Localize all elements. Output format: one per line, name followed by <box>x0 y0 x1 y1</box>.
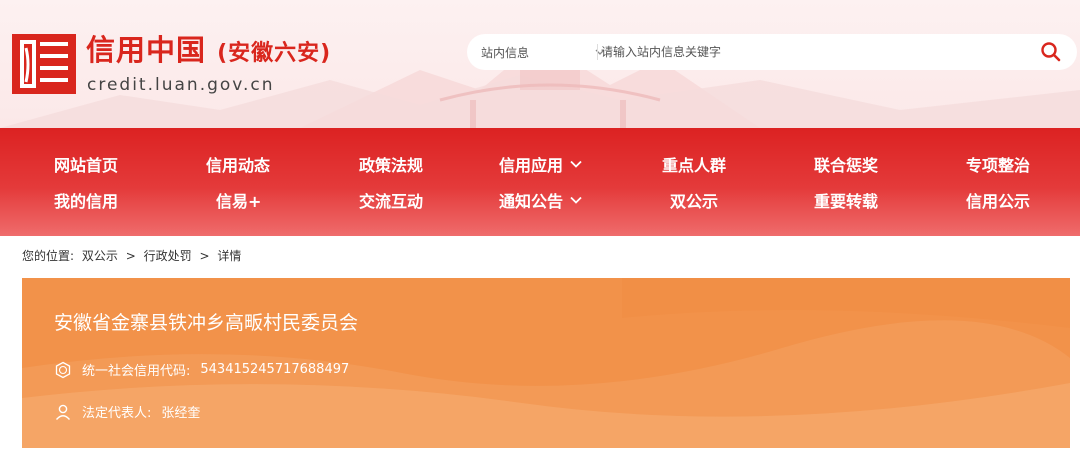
credit-code-row: 统一社会信用代码: 543415245717688497 <box>54 360 349 379</box>
nav-item-label: 专项整治 <box>966 156 1031 175</box>
seal-icon <box>55 361 71 378</box>
nav-item-policies[interactable]: 政策法规 <box>359 152 423 176</box>
breadcrumb-item-double-publicity[interactable]: 双公示 <box>82 249 118 263</box>
credit-code-label: 统一社会信用代码: <box>82 364 191 379</box>
search-bar: 站内信息 <box>467 34 1077 70</box>
legal-rep-row: 法定代表人: 张经奎 <box>54 402 200 421</box>
nav-item-xinyi-plus[interactable]: 信易+ <box>216 188 261 212</box>
main-navigation: 网站首页 信用动态 政策法规 信用应用 重点人群 联合惩奖 专项整治 我的信用 … <box>0 128 1080 236</box>
legal-rep-value: 张经奎 <box>161 406 201 421</box>
nav-item-double-publicity[interactable]: 双公示 <box>670 188 718 212</box>
nav-item-label: 交流互动 <box>359 192 424 211</box>
nav-item-label: 我的信用 <box>54 192 119 211</box>
breadcrumb-item-penalty[interactable]: 行政处罚 <box>144 249 192 263</box>
nav-item-credit-publicity[interactable]: 信用公示 <box>966 188 1030 212</box>
site-domain: credit.luan.gov.cn <box>87 75 275 95</box>
breadcrumb-separator: > <box>125 249 136 263</box>
nav-item-label: 信用动态 <box>206 156 271 175</box>
chevron-down-icon <box>570 160 582 168</box>
legal-rep-label: 法定代表人: <box>82 406 152 421</box>
nav-item-label: 信用公示 <box>966 192 1031 211</box>
nav-item-special-rectification[interactable]: 专项整治 <box>966 152 1030 176</box>
search-scope-label: 站内信息 <box>481 45 530 60</box>
nav-item-notices[interactable]: 通知公告 <box>499 188 583 212</box>
nav-item-interaction[interactable]: 交流互动 <box>359 188 423 212</box>
person-icon <box>55 404 71 420</box>
nav-item-home[interactable]: 网站首页 <box>54 152 118 176</box>
site-name-text: 信用中国 <box>86 33 207 67</box>
chevron-down-icon <box>570 196 582 204</box>
nav-item-my-credit[interactable]: 我的信用 <box>54 188 118 212</box>
nav-item-label: 信用应用 <box>499 156 564 175</box>
search-input[interactable] <box>601 38 1001 66</box>
nav-item-label: 重要转载 <box>814 192 879 211</box>
breadcrumb-separator: > <box>199 249 210 263</box>
site-region-text: (安徽六安) <box>217 41 332 66</box>
entity-info-card: 安徽省金寨县铁冲乡高畈村民委员会 统一社会信用代码: 5434152457176… <box>22 278 1070 448</box>
nav-item-credit-apps[interactable]: 信用应用 <box>499 152 583 176</box>
entity-name: 安徽省金寨县铁冲乡高畈村民委员会 <box>54 312 359 334</box>
breadcrumb-item-detail: 详情 <box>217 249 242 263</box>
nav-item-credit-news[interactable]: 信用动态 <box>206 152 270 176</box>
breadcrumb-prefix: 您的位置: <box>22 249 75 263</box>
nav-item-label: 网站首页 <box>54 156 119 175</box>
nav-item-label: 重点人群 <box>662 156 727 175</box>
search-scope-select[interactable]: 站内信息 <box>481 34 605 70</box>
search-divider <box>597 44 598 60</box>
nav-item-label: 双公示 <box>670 192 719 211</box>
credit-china-logo-icon[interactable] <box>12 34 76 94</box>
nav-item-label: 联合惩奖 <box>814 156 879 175</box>
site-title: 信用中国 (安徽六安) <box>86 32 331 72</box>
nav-item-label: 通知公告 <box>499 192 564 211</box>
credit-code-value: 543415245717688497 <box>200 362 350 377</box>
nav-item-label: 信易+ <box>216 192 262 211</box>
breadcrumb: 您的位置: 双公示 > 行政处罚 > 详情 <box>22 247 245 265</box>
site-header: 信用中国 (安徽六安) credit.luan.gov.cn 站内信息 <box>0 0 1080 128</box>
search-icon[interactable] <box>1039 40 1063 64</box>
nav-item-key-groups[interactable]: 重点人群 <box>662 152 726 176</box>
nav-item-joint-rewards[interactable]: 联合惩奖 <box>814 152 878 176</box>
nav-item-label: 政策法规 <box>359 156 424 175</box>
nav-item-reprints[interactable]: 重要转载 <box>814 188 878 212</box>
